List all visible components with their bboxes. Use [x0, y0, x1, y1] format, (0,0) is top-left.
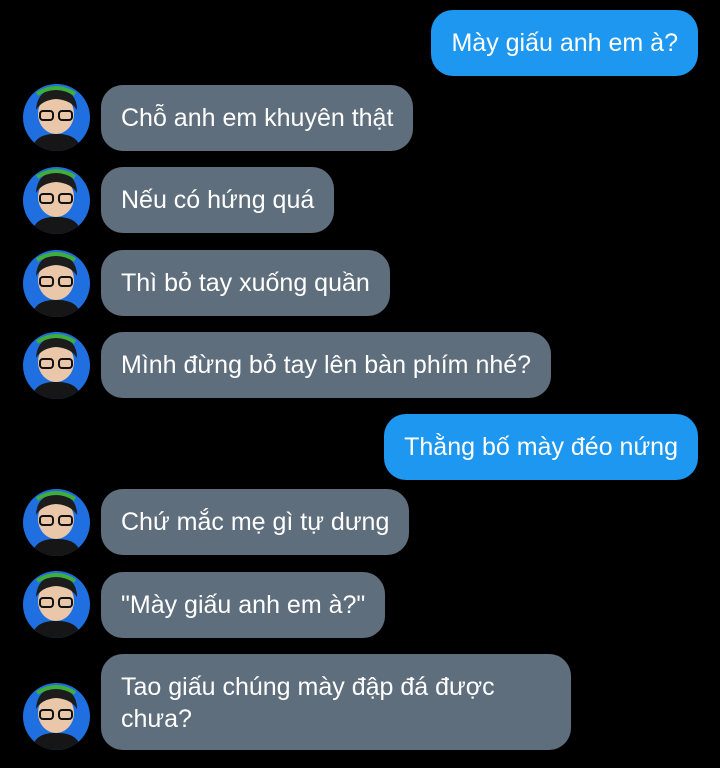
- incoming-message-bubble[interactable]: Tao giấu chúng mày đập đá được chưa?: [101, 654, 571, 750]
- incoming-message-bubble[interactable]: Chứ mắc mẹ gì tự dưng: [101, 489, 410, 555]
- contact-avatar[interactable]: [23, 683, 90, 750]
- contact-avatar[interactable]: [23, 250, 90, 317]
- incoming-message-bubble[interactable]: Thì bỏ tay xuống quần: [101, 250, 390, 316]
- avatar-icon: [23, 250, 90, 317]
- outgoing-message-bubble[interactable]: Mày giấu anh em à?: [431, 10, 698, 76]
- outgoing-message-bubble[interactable]: Thằng bố mày đéo nứng: [384, 414, 698, 480]
- incoming-message-bubble[interactable]: "Mày giấu anh em à?": [101, 572, 386, 638]
- avatar-icon: [23, 167, 90, 234]
- avatar-icon: [23, 84, 90, 151]
- contact-avatar[interactable]: [23, 332, 90, 399]
- contact-avatar[interactable]: [23, 571, 90, 638]
- avatar-icon: [23, 683, 90, 750]
- contact-avatar[interactable]: [23, 167, 90, 234]
- incoming-message-bubble[interactable]: Nếu có hứng quá: [101, 167, 335, 233]
- avatar-icon: [23, 489, 90, 556]
- contact-avatar[interactable]: [23, 84, 90, 151]
- incoming-message-bubble[interactable]: Mình đừng bỏ tay lên bàn phím nhé?: [101, 332, 552, 398]
- contact-avatar[interactable]: [23, 489, 90, 556]
- avatar-icon: [23, 332, 90, 399]
- incoming-message-bubble[interactable]: Chỗ anh em khuyên thật: [101, 85, 414, 151]
- avatar-icon: [23, 571, 90, 638]
